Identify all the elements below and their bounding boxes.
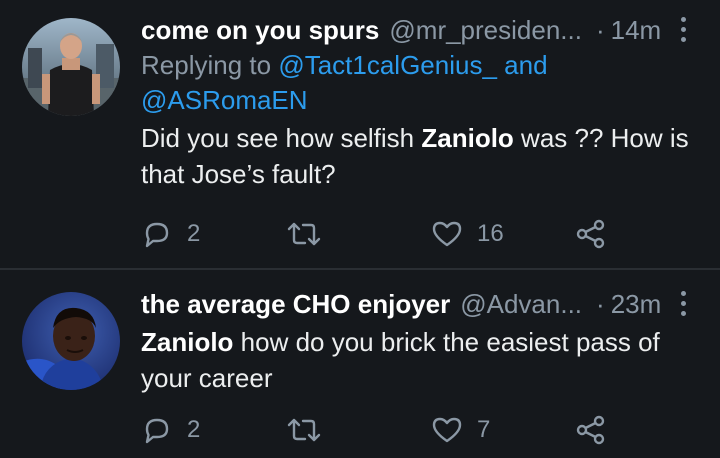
reply-count: 2: [187, 220, 201, 247]
reply-button[interactable]: 2: [141, 214, 200, 254]
tweet[interactable]: come on you spurs @mr_presiden... · 14m …: [0, 0, 720, 268]
separator-dot: ·: [595, 15, 605, 45]
reply-button[interactable]: 2: [141, 410, 200, 450]
mention-link[interactable]: @Tact1calGenius_: [278, 50, 497, 80]
timestamp[interactable]: 23m: [611, 286, 662, 322]
replying-to: Replying to @Tact1calGenius_ and @ASRoma…: [141, 48, 696, 118]
share-icon: [576, 415, 605, 445]
tweet-text: Did you see how selfish Zaniolo was ?? H…: [141, 120, 696, 192]
mention-join: and: [504, 50, 548, 80]
more-vertical-icon[interactable]: [679, 17, 687, 43]
tweet-content: the average CHO enjoyer @Advan... · 23m …: [141, 286, 696, 396]
user-handle[interactable]: @Advan...: [460, 286, 582, 322]
tweet-header: the average CHO enjoyer @Advan... · 23m: [141, 286, 696, 322]
tweet-actions: 2 16: [141, 214, 720, 254]
tweet-header: come on you spurs @mr_presiden... · 14m: [141, 12, 696, 48]
tweet-text: Zaniolo how do you brick the easiest pas…: [141, 324, 696, 396]
tweet-text-part: Did you see how selfish: [141, 123, 422, 153]
display-name[interactable]: come on you spurs: [141, 12, 379, 48]
like-button[interactable]: 7: [431, 410, 490, 450]
tweet-content: come on you spurs @mr_presiden... · 14m …: [141, 12, 696, 192]
heart-icon: [432, 221, 462, 247]
like-count: 16: [477, 220, 504, 247]
user-handle[interactable]: @mr_presiden...: [389, 12, 582, 48]
reply-count: 2: [187, 416, 201, 443]
avatar[interactable]: [22, 292, 120, 390]
retweet-icon: [287, 418, 321, 442]
display-name[interactable]: the average CHO enjoyer: [141, 286, 450, 322]
tweet-text-bold: Zaniolo: [421, 123, 514, 153]
separator-dot: ·: [596, 289, 605, 319]
tweet-feed: come on you spurs @mr_presiden... · 14m …: [0, 0, 720, 458]
like-count: 7: [477, 416, 491, 443]
mention-link[interactable]: @ASRomaEN: [141, 85, 308, 115]
retweet-button[interactable]: [286, 410, 336, 450]
reply-icon: [145, 222, 169, 248]
tweet-actions: 2 7: [141, 410, 720, 450]
reply-icon: [145, 418, 169, 444]
avatar[interactable]: [22, 18, 120, 116]
timestamp[interactable]: 14m: [611, 12, 662, 48]
heart-icon: [432, 417, 462, 443]
tweet-text-bold: Zaniolo: [141, 327, 234, 357]
share-button[interactable]: [575, 214, 607, 254]
like-button[interactable]: 16: [431, 214, 504, 254]
retweet-button[interactable]: [286, 214, 336, 254]
share-icon: [576, 219, 605, 249]
retweet-icon: [287, 222, 321, 246]
share-button[interactable]: [575, 410, 607, 450]
more-vertical-icon[interactable]: [679, 291, 687, 317]
tweet[interactable]: the average CHO enjoyer @Advan... · 23m …: [0, 270, 720, 458]
replying-to-label: Replying to: [141, 50, 272, 80]
